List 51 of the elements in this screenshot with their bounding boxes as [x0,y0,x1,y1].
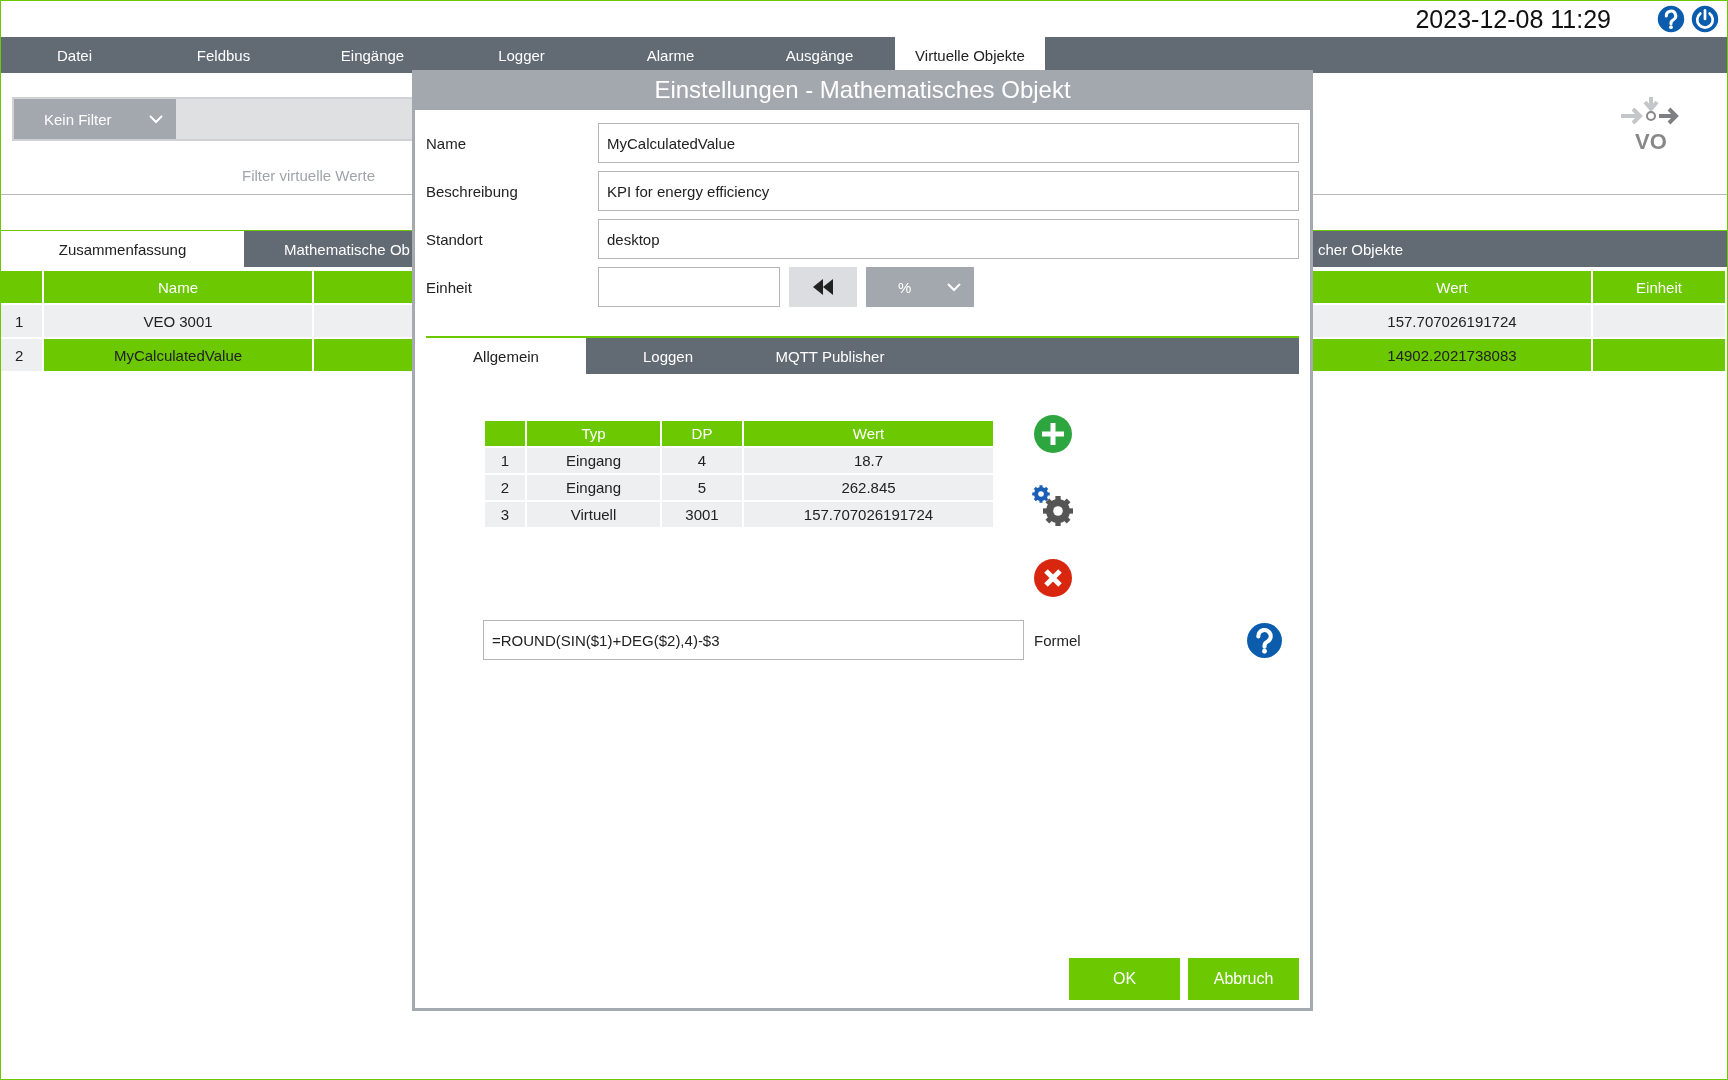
table-cell: Virtuell [527,502,660,527]
header-cell: Name [44,271,312,303]
row-number: 2 [1,339,42,371]
power-icon[interactable] [1691,5,1719,33]
table-cell: 5 [662,475,742,500]
unit-field[interactable] [598,267,780,307]
field-label: Einheit [426,278,473,296]
table-cell: 157.707026191724 [1313,305,1591,337]
delete-icon[interactable] [1033,558,1073,598]
dialog-tab[interactable]: Allgemein [426,338,586,374]
help-icon[interactable] [1657,5,1685,33]
date-time: 2023-12-08 11:29 [1415,4,1611,34]
table-cell: 157.707026191724 [744,502,993,527]
header-cell: Wert [1313,271,1591,303]
row-number: 1 [1,305,42,337]
chevron-icon [148,114,164,124]
chevron-icon [946,282,962,292]
table-cell: 3001 [662,502,742,527]
text-field[interactable]: MyCalculatedValue [598,123,1299,163]
text-field[interactable]: KPI for energy efficiency [598,171,1299,211]
field-label: Standort [426,230,484,248]
text-field[interactable]: desktop [598,219,1299,259]
row-number: 1 [485,448,525,473]
menu-tab[interactable]: Virtuelle Objekte [895,37,1045,73]
table-cell: 262.845 [744,475,993,500]
header-cell: Einheit [1593,271,1725,303]
table-cell[interactable]: MyCalculatedValue [44,339,312,371]
row-number: 3 [485,502,525,527]
table-cell: 4 [662,448,742,473]
table-cell[interactable]: VEO 3001 [44,305,312,337]
dialog-title: Einstellungen - Mathematisches Objekt [412,70,1313,110]
header-cell: DP [662,421,742,446]
formula-label: Formel [1034,631,1082,649]
logo-text: VO [1635,131,1667,153]
rewind-button[interactable] [789,267,857,307]
table-cell: 18.7 [744,448,993,473]
filter-caption: Filter virtuelle Werte [242,167,377,184]
table-cell: Eingang [527,448,660,473]
formula-field[interactable]: =ROUND(SIN($1)+DEG($2),4)-$3 [483,620,1024,660]
add-icon[interactable] [1033,414,1073,454]
rewind-icon [811,278,835,296]
field-label: Beschreibung [426,182,519,200]
gears-icon[interactable] [1030,484,1076,528]
header-cell: Typ [527,421,660,446]
row-number: 2 [485,475,525,500]
view-tab[interactable]: Zusammenfassung [1,231,244,267]
header-cell: Wert [744,421,993,446]
help-icon[interactable] [1246,621,1283,659]
table-cell: 14902.2021738083 [1313,339,1591,371]
table-cell: Eingang [527,475,660,500]
field-label: Name [426,134,467,152]
